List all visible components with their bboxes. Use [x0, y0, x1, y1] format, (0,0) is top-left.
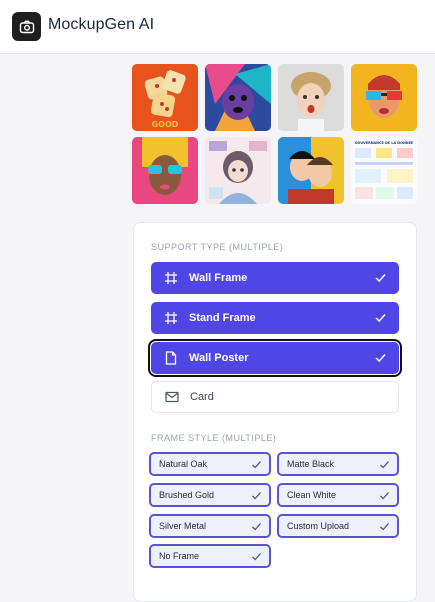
gallery-item-dice[interactable]: GOOD [132, 64, 198, 131]
frame-option-custom-upload[interactable]: Custom Upload [277, 514, 399, 538]
frame-option-brushed-gold[interactable]: Brushed Gold [149, 483, 271, 507]
frame-option-label: Silver Metal [159, 521, 207, 531]
app-logo[interactable] [12, 12, 41, 41]
check-icon [251, 551, 262, 564]
camera-icon [19, 19, 35, 35]
support-option-label: Card [190, 391, 214, 403]
frame-option-natural-oak[interactable]: Natural Oak [149, 452, 271, 476]
frame-option-label: Matte Black [287, 459, 335, 469]
support-option-stand-frame[interactable]: Stand Frame [151, 302, 399, 334]
check-icon [379, 490, 390, 503]
frame-option-label: Clean White [287, 490, 337, 500]
frame-option-label: Brushed Gold [159, 490, 215, 500]
check-icon [374, 351, 387, 367]
gallery-item-anime-girl[interactable] [205, 137, 271, 204]
gallery-item-sunglasses-woman[interactable] [132, 137, 198, 204]
support-option-label: Wall Poster [189, 352, 249, 364]
support-type-heading: SUPPORT TYPE (MULTIPLE) [151, 242, 284, 252]
check-icon [379, 459, 390, 472]
support-option-label: Wall Frame [189, 272, 248, 284]
gallery-item-woman-surprised[interactable] [278, 64, 344, 131]
frame-option-label: No Frame [159, 551, 200, 561]
check-icon [379, 521, 390, 534]
hash-icon [163, 270, 179, 286]
frame-option-matte-black[interactable]: Matte Black [277, 452, 399, 476]
envelope-icon [164, 389, 180, 405]
options-panel: SUPPORT TYPE (MULTIPLE) Wall Frame Stand… [133, 222, 417, 602]
gallery-item-pop-art-couple[interactable] [278, 137, 344, 204]
hash-icon [163, 310, 179, 326]
check-icon [251, 521, 262, 534]
frame-option-no-frame[interactable]: No Frame [149, 544, 271, 568]
support-option-wall-frame[interactable]: Wall Frame [151, 262, 399, 294]
check-icon [251, 459, 262, 472]
app-title: MockupGen AI [48, 16, 155, 33]
frame-option-label: Natural Oak [159, 459, 208, 469]
gallery-item-3d-glasses[interactable] [351, 64, 417, 131]
check-icon [251, 490, 262, 503]
gallery-item-infographic[interactable]: GOUVERNANCE DE LA DONNEE [351, 137, 417, 204]
frame-option-silver-metal[interactable]: Silver Metal [149, 514, 271, 538]
gallery-item-dog[interactable] [205, 64, 271, 131]
support-option-card[interactable]: Card [151, 381, 399, 413]
frame-style-heading: FRAME STYLE (MULTIPLE) [151, 433, 277, 443]
support-option-wall-poster[interactable]: Wall Poster [148, 339, 402, 377]
gallery-item-label: GOUVERNANCE DE LA DONNEE [355, 141, 414, 145]
check-icon [374, 311, 387, 327]
document-icon [163, 350, 179, 366]
support-option-label: Stand Frame [189, 312, 256, 324]
check-icon [374, 271, 387, 287]
frame-option-label: Custom Upload [287, 521, 350, 531]
gallery-item-label: GOOD [152, 120, 179, 129]
app-header: MockupGen AI [0, 0, 435, 54]
frame-option-clean-white[interactable]: Clean White [277, 483, 399, 507]
